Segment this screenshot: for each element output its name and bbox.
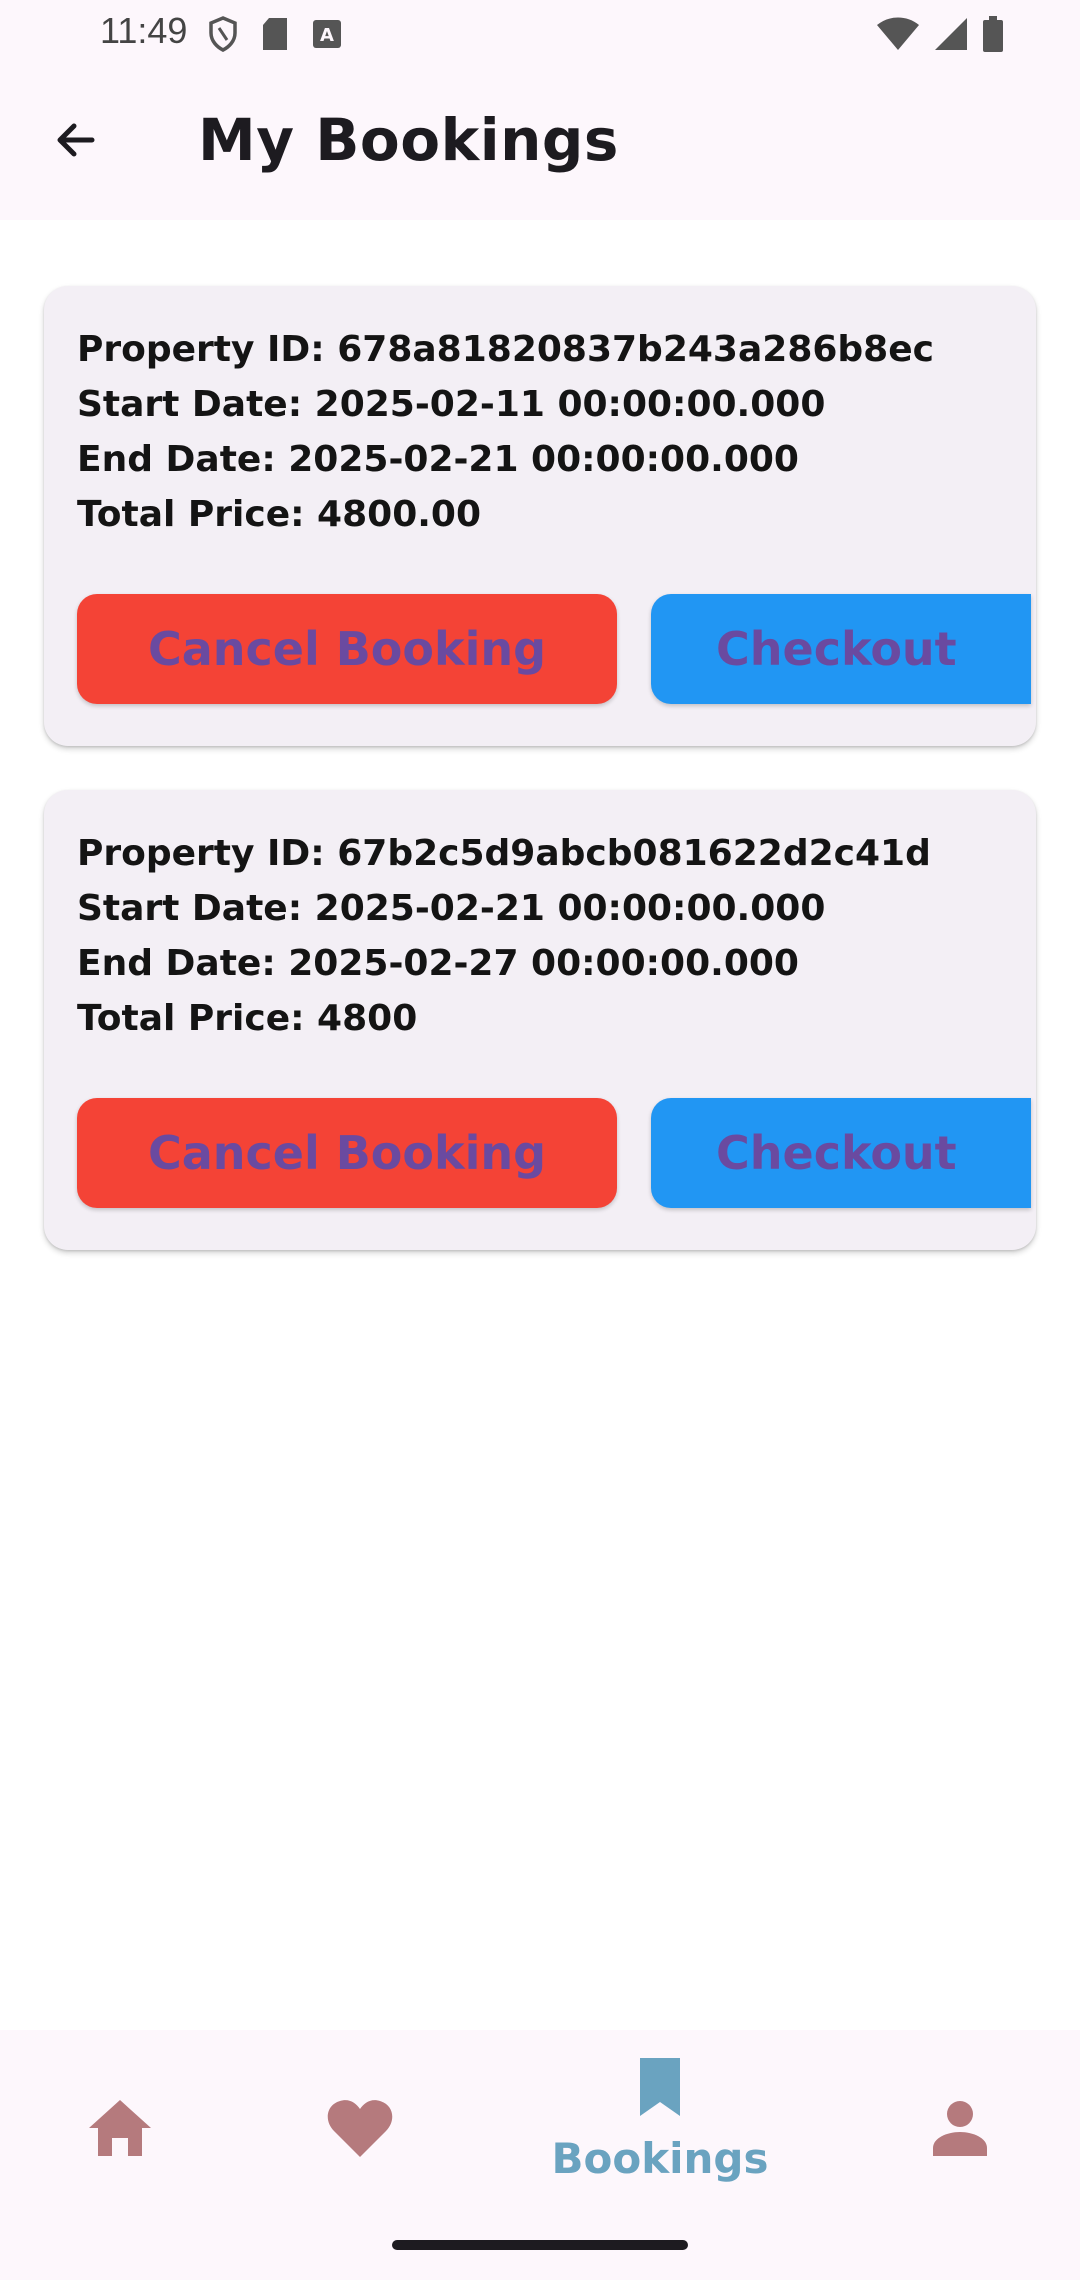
end-date-text: End Date: 2025-02-21 00:00:00.000: [77, 439, 799, 480]
start-date-text: Start Date: 2025-02-21 00:00:00.000: [77, 888, 826, 929]
keyboard-a-icon: A: [312, 19, 342, 49]
screen: 11:49 A My Bookings Property ID: 678a818…: [0, 0, 1080, 2280]
bookmark-icon: [636, 2058, 684, 2120]
battery-icon: [982, 16, 1004, 52]
home-icon: [87, 2098, 153, 2162]
booking-details: Property ID: 678a81820837b243a286b8ec St…: [77, 322, 934, 542]
nav-bookings-label: Bookings: [551, 2134, 769, 2183]
total-price-text: Total Price: 4800: [77, 998, 418, 1039]
total-price-text: Total Price: 4800.00: [77, 494, 482, 535]
nav-home[interactable]: [60, 2030, 180, 2230]
end-date-text: End Date: 2025-02-27 00:00:00.000: [77, 943, 799, 984]
checkout-button[interactable]: Checkout: [651, 594, 1031, 704]
cell-signal-icon: [934, 17, 968, 51]
top-area: 11:49 A My Bookings: [0, 0, 1080, 220]
bookings-list: Property ID: 678a81820837b243a286b8ec St…: [44, 286, 1036, 1294]
property-id-text: Property ID: 678a81820837b243a286b8ec: [77, 329, 934, 370]
shield-icon: [208, 16, 238, 52]
status-bar: 11:49 A: [0, 0, 1080, 66]
booking-details: Property ID: 67b2c5d9abcb081622d2c41d St…: [77, 826, 931, 1046]
svg-text:A: A: [320, 25, 334, 46]
cancel-booking-button[interactable]: Cancel Booking: [77, 1098, 617, 1208]
booking-actions: Cancel Booking Checkout: [77, 1098, 1031, 1208]
nav-favorites[interactable]: [300, 2030, 420, 2230]
home-indicator[interactable]: [392, 2240, 688, 2250]
app-bar: My Bookings: [0, 82, 1080, 202]
nav-profile[interactable]: [900, 2030, 1020, 2230]
status-icons-right: [876, 14, 1004, 54]
booking-card: Property ID: 67b2c5d9abcb081622d2c41d St…: [44, 790, 1036, 1250]
booking-actions: Cancel Booking Checkout: [77, 594, 1031, 704]
booking-card: Property ID: 678a81820837b243a286b8ec St…: [44, 286, 1036, 746]
back-button[interactable]: [36, 102, 116, 182]
checkout-button[interactable]: Checkout: [651, 1098, 1031, 1208]
nav-bookings[interactable]: Bookings: [520, 2030, 800, 2230]
page-title: My Bookings: [198, 106, 619, 174]
start-date-text: Start Date: 2025-02-11 00:00:00.000: [77, 384, 826, 425]
status-icons-left: A: [208, 14, 342, 54]
heart-icon: [326, 2097, 394, 2163]
arrow-back-icon: [52, 116, 100, 168]
status-time: 11:49: [100, 10, 188, 51]
wifi-icon: [876, 17, 920, 51]
cancel-booking-button[interactable]: Cancel Booking: [77, 594, 617, 704]
sd-card-icon: [260, 17, 290, 51]
person-icon: [931, 2100, 989, 2160]
property-id-text: Property ID: 67b2c5d9abcb081622d2c41d: [77, 833, 931, 874]
